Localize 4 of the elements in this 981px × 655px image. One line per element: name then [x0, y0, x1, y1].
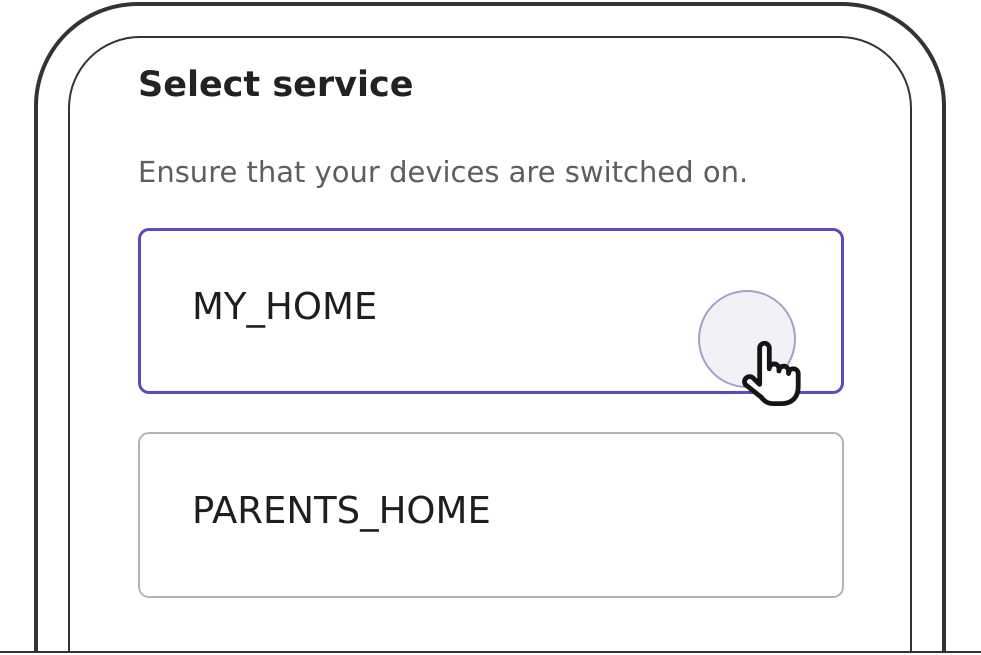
instruction-text: Ensure that your devices are switched on.	[138, 154, 750, 191]
hand-pointer-icon	[739, 339, 803, 407]
service-option[interactable]: PARENTS_HOME	[138, 432, 844, 598]
screen-title: Select service	[138, 64, 414, 107]
